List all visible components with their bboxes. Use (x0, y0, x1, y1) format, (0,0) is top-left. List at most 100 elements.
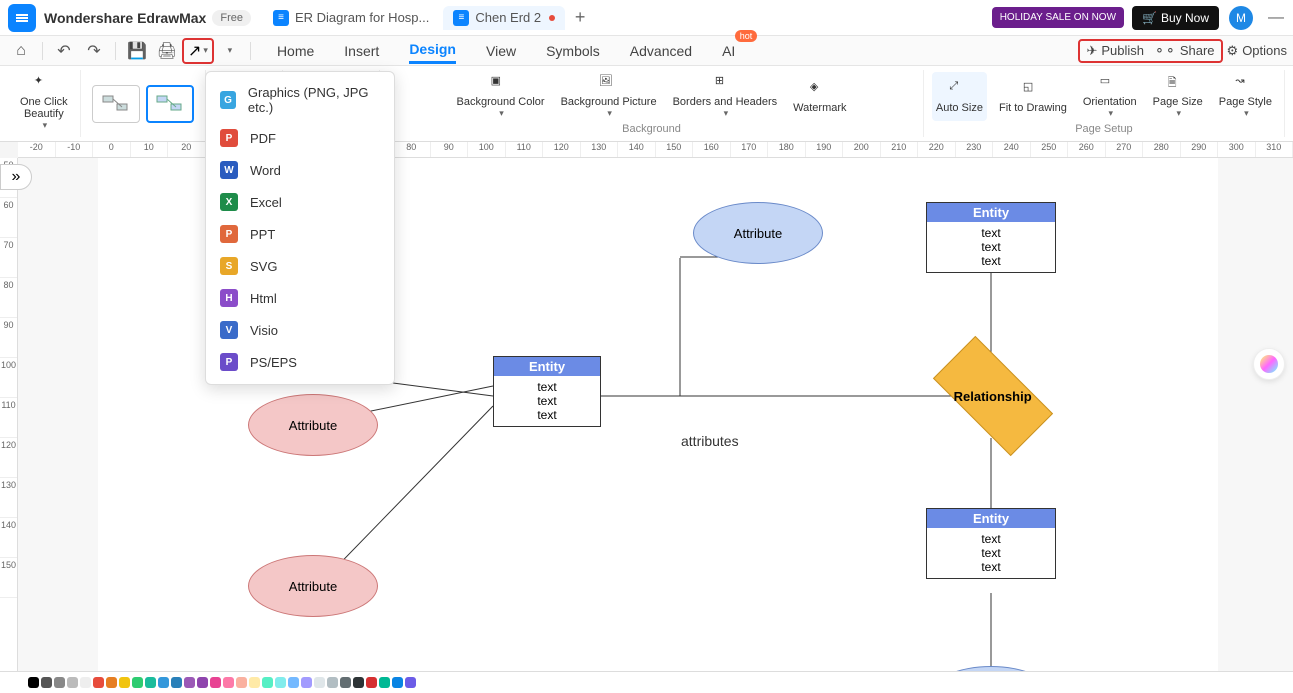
free-text[interactable]: attributes (681, 433, 739, 449)
export-item-excel[interactable]: XExcel (206, 186, 394, 218)
palette-color[interactable] (67, 677, 78, 688)
ruler-tick: 150 (0, 558, 17, 598)
relationship-shape[interactable]: Relationship (933, 336, 1053, 456)
palette-color[interactable] (262, 677, 273, 688)
export-item-visio[interactable]: VVisio (206, 314, 394, 346)
palette-color[interactable] (379, 677, 390, 688)
redo-button[interactable]: ↷ (81, 38, 107, 64)
watermark-label: Watermark (793, 102, 846, 114)
palette-color[interactable] (223, 677, 234, 688)
palette-color[interactable] (106, 677, 117, 688)
menu-home[interactable]: Home (277, 39, 314, 63)
palette-color[interactable] (41, 677, 52, 688)
export-item-pdf[interactable]: PPDF (206, 122, 394, 154)
page-size-button[interactable]: 🗎Page Size▾ (1149, 72, 1207, 121)
undo-button[interactable]: ↶ (51, 38, 77, 64)
page-style-button[interactable]: ↝Page Style▾ (1215, 72, 1276, 121)
export-item-word[interactable]: WWord (206, 154, 394, 186)
home-icon[interactable]: ⌂ (8, 38, 34, 64)
palette-color[interactable] (28, 677, 39, 688)
menu-ai[interactable]: AIhot (722, 39, 735, 63)
new-tab-button[interactable]: + (569, 7, 591, 29)
palette-color[interactable] (119, 677, 130, 688)
palette-color[interactable] (54, 677, 65, 688)
menu-insert[interactable]: Insert (344, 39, 379, 63)
palette-color[interactable] (93, 677, 104, 688)
attribute-shape[interactable] (931, 666, 1051, 671)
export-item-svg[interactable]: SSVG (206, 250, 394, 282)
buy-now-button[interactable]: 🛒 Buy Now (1132, 6, 1219, 30)
export-item-html[interactable]: HHtml (206, 282, 394, 314)
attribute-shape[interactable]: Attribute (693, 202, 823, 264)
palette-color[interactable] (405, 677, 416, 688)
menu-symbols[interactable]: Symbols (546, 39, 600, 63)
export-item-ps-eps[interactable]: PPS/EPS (206, 346, 394, 378)
options-button[interactable]: ⚙Options (1227, 43, 1287, 59)
user-avatar[interactable]: M (1229, 6, 1253, 30)
orientation-button[interactable]: ▭Orientation▾ (1079, 72, 1141, 121)
palette-color[interactable] (366, 677, 377, 688)
minimize-button[interactable]: — (1267, 9, 1285, 27)
theme-thumb-2[interactable] (146, 85, 194, 123)
ruler-tick: 280 (1143, 142, 1181, 157)
menu-design[interactable]: Design (409, 37, 456, 64)
one-click-beautify[interactable]: ✦One Click Beautify▾ (8, 70, 81, 137)
palette-color[interactable] (275, 677, 286, 688)
ai-assistant-button[interactable] (1253, 348, 1285, 380)
export-item-graphics-png-jpg-etc-[interactable]: GGraphics (PNG, JPG etc.) (206, 78, 394, 122)
background-picture-button[interactable]: 🖼Background Picture▾ (557, 72, 661, 121)
tab-chen-erd[interactable]: Chen Erd 2 (443, 6, 565, 30)
palette-color[interactable] (327, 677, 338, 688)
tab-er-diagram[interactable]: ER Diagram for Hosp... (263, 6, 439, 30)
entity-row: text (498, 408, 596, 422)
share-button[interactable]: ⚬⚬Share (1154, 43, 1215, 59)
menu-advanced[interactable]: Advanced (630, 39, 692, 63)
ruler-tick: 130 (0, 478, 17, 518)
ai-icon (1260, 355, 1278, 373)
palette-color[interactable] (171, 677, 182, 688)
attribute-shape[interactable]: Attribute (248, 394, 378, 456)
palette-color[interactable] (288, 677, 299, 688)
entity-shape[interactable]: Entity texttexttext (926, 508, 1056, 579)
palette-color[interactable] (80, 677, 91, 688)
ruler-tick: 270 (1106, 142, 1144, 157)
palette-color[interactable] (340, 677, 351, 688)
menu-view[interactable]: View (486, 39, 516, 63)
export-button[interactable]: ↗▾ (182, 38, 214, 64)
entity-shape[interactable]: Entity texttexttext (926, 202, 1056, 273)
canvas-area: 5060708090100110120130140150 » Attribute… (0, 158, 1293, 671)
publish-button[interactable]: ✈Publish (1086, 43, 1144, 59)
palette-color[interactable] (145, 677, 156, 688)
palette-color[interactable] (132, 677, 143, 688)
ruler-tick: 210 (881, 142, 919, 157)
attribute-shape[interactable]: Attribute (248, 555, 378, 617)
palette-color[interactable] (197, 677, 208, 688)
background-color-button[interactable]: ▣Background Color▾ (453, 72, 549, 121)
entity-shape[interactable]: Entity texttexttext (493, 356, 601, 427)
theme-thumb-1[interactable] (92, 85, 140, 123)
sidebar-expand-button[interactable]: » (0, 164, 32, 190)
palette-color[interactable] (314, 677, 325, 688)
entity-row: text (931, 240, 1051, 254)
borders-headers-button[interactable]: ⊞Borders and Headers▾ (669, 72, 782, 121)
holiday-sale-button[interactable]: HOLIDAY SALE ON NOW (992, 7, 1124, 28)
watermark-button[interactable]: ◈Watermark (789, 72, 850, 121)
export-menu: GGraphics (PNG, JPG etc.)PPDFWWordXExcel… (205, 71, 395, 385)
print-button[interactable]: 🖨 (154, 38, 180, 64)
palette-color[interactable] (301, 677, 312, 688)
palette-color[interactable] (236, 677, 247, 688)
dropdown-button[interactable]: ▾ (216, 38, 242, 64)
palette-color[interactable] (353, 677, 364, 688)
palette-color[interactable] (249, 677, 260, 688)
palette-color[interactable] (210, 677, 221, 688)
palette-color[interactable] (158, 677, 169, 688)
export-item-ppt[interactable]: PPPT (206, 218, 394, 250)
ruler-vertical: 5060708090100110120130140150 (0, 158, 18, 671)
palette-color[interactable] (392, 677, 403, 688)
save-button[interactable]: 💾 (124, 38, 150, 64)
palette-color[interactable] (184, 677, 195, 688)
export-item-label: SVG (250, 259, 277, 274)
fit-drawing-button[interactable]: ◱Fit to Drawing (995, 72, 1071, 121)
auto-size-button[interactable]: ⤢Auto Size (932, 72, 987, 121)
ruler-tick: 260 (1068, 142, 1106, 157)
